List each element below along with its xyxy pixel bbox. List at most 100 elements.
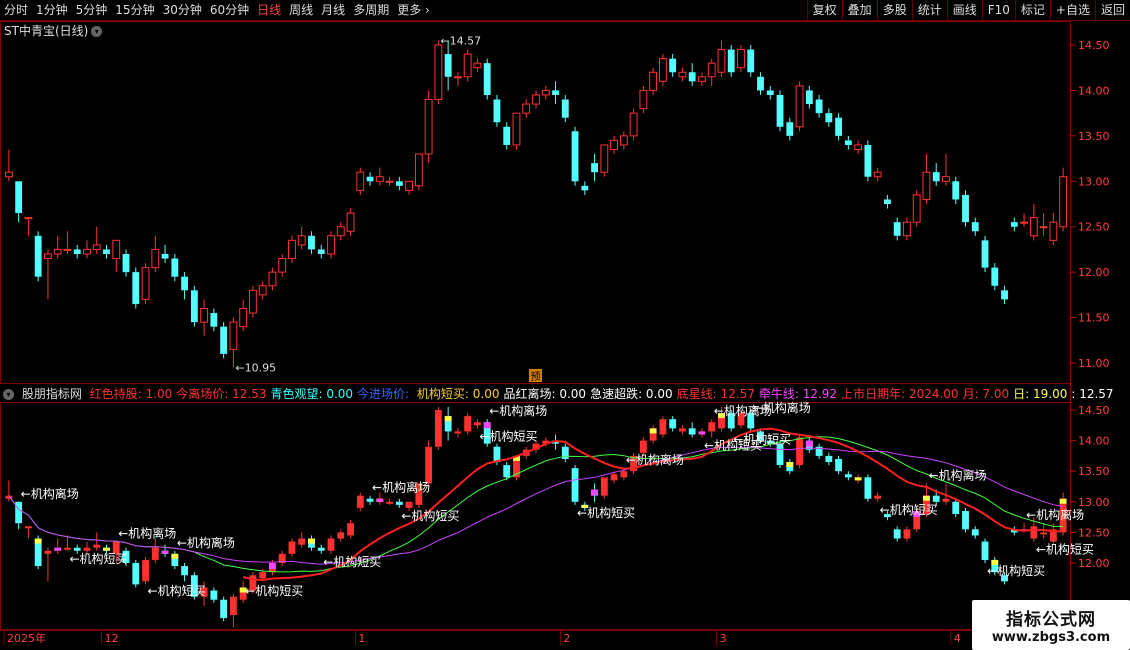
indicator-item-8: 牵牛线: 12.92 bbox=[758, 387, 838, 401]
candle-body bbox=[571, 131, 579, 182]
candle-body bbox=[434, 44, 443, 101]
candle-body bbox=[786, 122, 794, 136]
main-y-tick: 11.50 bbox=[1078, 312, 1110, 325]
candle-body bbox=[522, 103, 531, 114]
indicator-item-2: 青色观望: 0.00 bbox=[270, 387, 354, 401]
candle-body bbox=[190, 290, 198, 323]
candle-body bbox=[1001, 290, 1008, 300]
candle-body bbox=[610, 139, 619, 150]
ind-candle-body bbox=[259, 572, 267, 579]
candle-body bbox=[707, 62, 716, 78]
ind-candle-body bbox=[864, 477, 872, 499]
candle-body bbox=[1049, 221, 1058, 241]
buy-annotation: ←机构短买 bbox=[69, 551, 127, 566]
indicator-bar: ▾ 股朋指标网 红色持股: 1.00 今离场价: 12.53 青色观望: 0.00 今… bbox=[0, 386, 1118, 402]
candle-body bbox=[63, 248, 72, 251]
candle-body bbox=[600, 144, 609, 173]
chevron-down-icon[interactable]: ▾ bbox=[3, 389, 14, 400]
main-y-tick: 13.00 bbox=[1078, 175, 1110, 188]
ind-y-tick: 14.00 bbox=[1078, 435, 1110, 448]
candle-body bbox=[288, 239, 296, 260]
candle-body bbox=[1010, 222, 1018, 227]
candle-body bbox=[483, 63, 491, 95]
ind-candle-accent bbox=[161, 550, 169, 554]
exit-annotation: ←机构离场 bbox=[928, 467, 986, 482]
low-marker: ←10.95 bbox=[235, 362, 276, 375]
candle-body bbox=[1039, 226, 1048, 229]
ind-candle-body bbox=[474, 422, 481, 426]
candle-body bbox=[103, 249, 110, 254]
ind-candle-body bbox=[220, 599, 228, 619]
ind-candle-accent bbox=[34, 538, 42, 544]
candle-body bbox=[239, 307, 248, 328]
candle-body bbox=[962, 194, 969, 223]
ind-candle-body bbox=[317, 547, 325, 551]
candle-body bbox=[825, 113, 833, 123]
indicator-item-1: 今离场价: 12.53 bbox=[176, 387, 267, 401]
ind-candle-accent bbox=[1059, 498, 1067, 504]
candle-body bbox=[991, 267, 999, 286]
buy-annotation: ←机构短买 bbox=[148, 583, 206, 598]
ind-candle-body bbox=[395, 501, 403, 505]
ind-candle-body bbox=[903, 529, 911, 539]
candle-body bbox=[757, 76, 764, 91]
candle-body bbox=[1020, 221, 1028, 224]
chevron-down-icon[interactable]: ▾ bbox=[91, 26, 103, 37]
ind-candle-body bbox=[44, 550, 52, 554]
ind-candle-accent bbox=[269, 563, 276, 569]
ind-candle-body bbox=[356, 495, 364, 508]
candle-body bbox=[366, 176, 374, 182]
watermark: 指标公式网 www.zbgs3.com bbox=[972, 600, 1130, 650]
candle-body bbox=[336, 226, 345, 237]
indicator-item-7: 底星线: 12.57 bbox=[676, 387, 755, 401]
ind-candle-body bbox=[386, 501, 393, 504]
candle-body bbox=[1059, 176, 1068, 228]
ind-candle-accent bbox=[786, 462, 794, 468]
candle-body bbox=[258, 285, 267, 296]
ind-candle-body bbox=[688, 428, 696, 435]
ind-candle-body bbox=[1030, 526, 1038, 539]
ind-y-tick: 12.50 bbox=[1078, 526, 1110, 539]
exit-annotation: ←机构离场 bbox=[753, 400, 811, 415]
indicator-item-10: 月: 7.00 bbox=[962, 387, 1010, 401]
ind-candle-body bbox=[347, 523, 354, 536]
candle-body bbox=[24, 217, 33, 220]
candle-body bbox=[15, 181, 23, 214]
ind-candle-body bbox=[24, 526, 32, 529]
exit-annotation: ←机构离场 bbox=[372, 480, 430, 495]
ind-candle-body bbox=[464, 416, 472, 432]
ind-candle-body bbox=[600, 477, 608, 496]
candle-body bbox=[503, 126, 511, 145]
buy-annotation: ←机构短买 bbox=[323, 554, 381, 569]
ind-candle-body bbox=[844, 474, 852, 478]
ind-candle-body bbox=[571, 468, 579, 502]
candle-body bbox=[112, 239, 121, 260]
candle-body bbox=[249, 289, 257, 314]
candle-body bbox=[278, 258, 287, 273]
ind-candle-body bbox=[366, 498, 374, 502]
ind-candle-body bbox=[73, 547, 81, 551]
candle-body bbox=[629, 112, 638, 137]
ind-candle-body bbox=[288, 541, 296, 554]
indicator-name[interactable]: 股朋指标网 bbox=[22, 387, 82, 401]
candlestick-chart[interactable]: 14.50 14.00 13.50 13.00 12.50 12.00 11.50 11.00… bbox=[0, 0, 1130, 650]
stock-name: ST中青宝(日线) bbox=[4, 24, 89, 38]
candle-body bbox=[864, 144, 872, 177]
ind-candle-body bbox=[825, 455, 833, 463]
candle-body bbox=[981, 240, 989, 268]
candle-body bbox=[308, 235, 315, 250]
candle-body bbox=[122, 253, 130, 273]
ind-candle-body bbox=[952, 501, 960, 515]
exit-annotation: ←机构离场 bbox=[21, 486, 79, 501]
candle-body bbox=[698, 76, 706, 82]
candle-body bbox=[512, 112, 521, 146]
candle-body bbox=[356, 171, 365, 191]
ind-candle-body bbox=[229, 596, 237, 616]
ind-candle-body bbox=[679, 428, 686, 432]
candle-body bbox=[952, 181, 960, 200]
candle-body bbox=[171, 258, 179, 277]
candle-body bbox=[385, 180, 394, 183]
buy-annotation: ←机构短买 bbox=[733, 431, 791, 446]
candle-body bbox=[141, 267, 150, 300]
candle-body bbox=[151, 248, 160, 269]
